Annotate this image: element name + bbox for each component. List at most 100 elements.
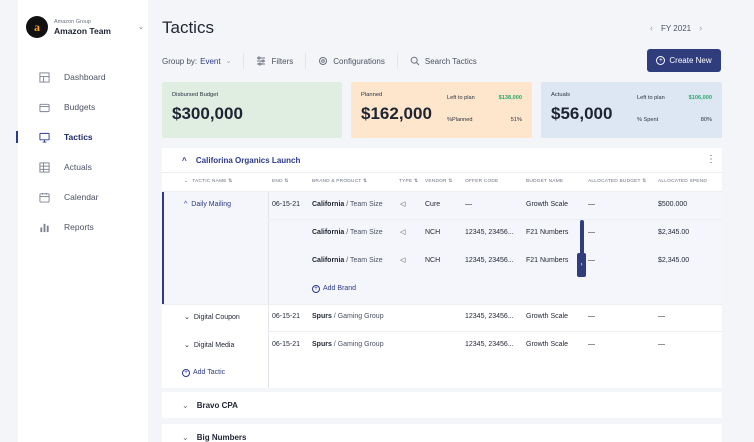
chevron-down-icon: ⌄ [184,314,190,321]
offer-code: 12345, 23456... [465,257,514,264]
add-brand-button[interactable]: + Add Brand [312,285,356,293]
vendor: Cure [425,201,441,208]
add-brand-label: Add Brand [323,285,357,292]
column-header-end[interactable]: End ⇅ [272,179,289,184]
column-header-type[interactable]: Type ⇅ [399,179,418,184]
create-new-label: Create New [669,56,712,65]
sidebar-item-label: Calendar [64,192,99,202]
tactic-name-cell[interactable]: ^ Daily Mailing [184,201,231,208]
sidebar-item-label: Reports [64,222,94,232]
team-text: Amazon Group Amazon Team [54,19,138,36]
percent-planned-label: %Planned [447,117,473,123]
sidebar-item-budgets[interactable]: Budgets [18,92,148,122]
fiscal-year-label: FY 2021 [661,23,692,33]
chevron-up-icon: ^ [184,201,188,208]
percent-planned-value: 51% [510,117,522,123]
tactic-name: Digital Media [193,342,235,349]
left-to-plan-row: Left to plan $138,000 [447,94,522,102]
column-header-budget-name[interactable]: Budget Name [526,179,563,184]
divider [268,219,722,220]
tactic-name: Digital Coupon [193,314,240,321]
allocated-budget: — [588,341,595,348]
budget-name: Growth Scale [526,201,569,208]
chevron-right-icon[interactable]: › [699,23,702,33]
sidebar-item-label: Tactics [64,132,93,142]
sidebar-item-reports[interactable]: Reports [18,212,148,242]
sidebar-item-tactics[interactable]: Tactics [16,122,148,152]
group-name: Big Numbers [196,433,247,442]
column-label: Allocated Budget [588,179,641,184]
team-name: Amazon Team [54,25,111,36]
product: Team Size [350,229,383,236]
configurations-label: Configurations [333,56,385,66]
chevron-down-icon: ⌄ [138,24,144,31]
column-divider [268,192,269,388]
column-header-tactic-name[interactable]: ⌄ Tactic Name ⇅ [184,179,232,184]
divider [162,172,722,173]
product: Gaming Group [337,341,384,348]
filters-label: Filters [271,56,294,66]
product: Team Size [350,257,383,264]
active-indicator [16,131,18,143]
left-to-plan-label: Left to plan [447,95,475,101]
divider [305,53,307,69]
monitor-icon [39,132,50,143]
plus-circle-icon: + [182,369,190,377]
plus-circle-icon: + [312,285,320,293]
column-label: Brand & Product [312,179,362,184]
divider [396,53,398,69]
more-options-icon[interactable]: ⋮ [706,154,716,165]
column-header-brand-product[interactable]: Brand & Product ⇅ [312,179,367,184]
allocated-budget: — [588,257,595,264]
brand-product: California / Team Size [312,229,383,236]
sidebar-item-calendar[interactable]: Calendar [18,182,148,212]
end-date: 06-15-21 [272,201,301,208]
configurations-button[interactable]: Configurations [318,56,385,66]
column-header-allocated-budget[interactable]: Allocated Budget ⇅ [588,179,646,184]
tactic-group-panel: ^ Califorina Organics Launch ⋮ ⌄ Tactic N… [162,148,722,388]
group-title: ⌄ Big Numbers [182,433,247,442]
allocated-budget: — [588,313,595,320]
group-by-dropdown[interactable]: Group by: Event ⌄ [162,57,231,66]
tactic-group-collapsed[interactable]: ⌄ Big Numbers [162,424,722,442]
column-header-allocated-spend[interactable]: Allocated Spend [658,179,707,184]
offer-code: 12345, 23456... [465,313,514,320]
add-tactic-button[interactable]: + Add Tactic [182,369,225,377]
filters-button[interactable]: Filters [256,56,293,66]
column-header-offer-code[interactable]: Offer Code [465,179,498,184]
column-header-vendor[interactable]: Vendor ⇅ [425,179,453,184]
allocated-budget: — [588,201,595,208]
sidebar-item-actuals[interactable]: Actuals [18,152,148,182]
percent-spent-value: 80% [700,117,712,123]
team-switcher[interactable]: a Amazon Group Amazon Team ⌄ [26,13,144,41]
brand-product: California / Team Size [312,201,383,208]
allocated-spend: — [658,313,665,320]
tactic-group-collapsed[interactable]: ⌄ Bravo CPA [162,392,722,418]
allocated-spend: $500.000 [658,201,688,208]
create-new-button[interactable]: + Create New [647,49,721,72]
brand: Spurs [312,313,332,320]
search-icon [410,56,420,66]
offer-code: 12345, 23456... [465,229,514,236]
tactic-name-cell[interactable]: ⌄ Digital Coupon [184,313,240,321]
group-header[interactable]: ^ Califorina Organics Launch [182,156,300,165]
tactic-name-cell[interactable]: ⌄ Digital Media [184,341,234,349]
sidebar-item-dashboard[interactable]: Dashboard [18,62,148,92]
gear-icon [319,57,328,65]
percent-spent-row: % Spent 80% [637,116,712,124]
toolbar: Group by: Event ⌄ Filters Configurations… [162,51,499,71]
chevron-up-icon: ^ [182,156,187,165]
left-to-plan-value: $138,000 [498,95,522,101]
column-label: Offer Code [465,179,499,184]
search-tactics-input[interactable]: Search Tactics [410,56,477,66]
search-placeholder: Search Tactics [424,56,477,66]
chevron-left-icon[interactable]: ‹ [650,23,653,33]
card-details: Left to plan $106,000 % Spent 80% [637,94,712,124]
wallet-icon [39,103,50,112]
column-label: Tactic Name [192,179,227,184]
card-value: $300,000 [172,104,243,123]
fiscal-year-selector: ‹ FY 2021 › [650,23,702,33]
sidebar-item-label: Dashboard [64,72,106,82]
scroll-handle[interactable]: › [577,253,586,277]
vendor: NCH [425,229,441,236]
